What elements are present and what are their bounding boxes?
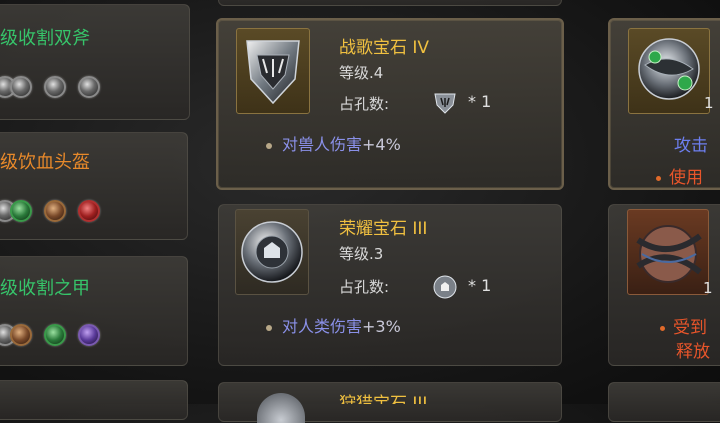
gem-effect: 对兽人伤害+4% bbox=[266, 131, 401, 155]
green-gem-icon bbox=[638, 38, 700, 100]
effect-name: 对兽人伤害 bbox=[282, 135, 363, 154]
socket-gem-icon bbox=[78, 324, 100, 346]
effect-value: +3% bbox=[362, 317, 401, 336]
gem-level: 等级.3 bbox=[339, 245, 384, 263]
slots-label: 占孔数: bbox=[339, 95, 390, 113]
gem-icon-frame bbox=[257, 393, 305, 423]
socket-gem-icon bbox=[78, 200, 100, 222]
slots-count: * 1 bbox=[468, 276, 492, 295]
gem-effect: 对人类伤害+3% bbox=[266, 313, 401, 337]
socket-gem-icon bbox=[10, 76, 32, 98]
bullet-icon bbox=[656, 175, 661, 181]
slots-label: 占孔数: bbox=[339, 278, 390, 296]
equipment-name: 级收割双斧 bbox=[0, 28, 90, 49]
effect-line: 攻击 bbox=[674, 136, 708, 156]
socket-gem-icon bbox=[44, 200, 66, 222]
socket-gem-icon bbox=[10, 324, 32, 346]
effect-line: 释放 bbox=[676, 342, 710, 362]
effect-value: +4% bbox=[362, 135, 401, 154]
gem-card-right-3[interactable] bbox=[608, 382, 720, 422]
chained-gem-icon bbox=[636, 225, 702, 283]
socket-gem-icon bbox=[78, 76, 100, 98]
equipment-card-partial[interactable] bbox=[0, 380, 188, 420]
gem-quantity: 1 bbox=[704, 94, 714, 112]
shield-gem-icon bbox=[246, 40, 300, 105]
effect-name: 对人类伤害 bbox=[282, 317, 363, 336]
slot-gem-icon bbox=[433, 275, 457, 299]
bullet-icon bbox=[660, 325, 665, 331]
socket-gem-icon bbox=[44, 324, 66, 346]
gem-icon-frame bbox=[235, 209, 309, 295]
socket-gem-icon bbox=[10, 200, 32, 222]
gem-icon-frame bbox=[628, 28, 710, 114]
bullet-icon bbox=[266, 324, 272, 331]
equipment-name: 级饮血头盔 bbox=[0, 152, 90, 173]
gem-icon-frame bbox=[236, 28, 310, 114]
slot-gem-icon bbox=[434, 93, 456, 114]
round-gem-icon bbox=[241, 221, 303, 283]
gem-quantity: 1 bbox=[703, 279, 713, 297]
gem-name: 荣耀宝石 III bbox=[339, 219, 428, 239]
equipment-card-armor[interactable] bbox=[0, 256, 188, 366]
gem-name: 狩猎宝石 III bbox=[339, 394, 428, 404]
effect-line: 受到 bbox=[660, 313, 707, 338]
equipment-card-axes[interactable] bbox=[0, 4, 190, 120]
effect-line: 使用 bbox=[656, 163, 703, 188]
slots-count: * 1 bbox=[468, 92, 492, 111]
equipment-name: 级收割之甲 bbox=[0, 278, 90, 299]
socket-gem-icon bbox=[44, 76, 66, 98]
gem-level: 等级.4 bbox=[339, 64, 384, 82]
gem-name: 战歌宝石 IV bbox=[339, 38, 430, 58]
gem-card-top-partial bbox=[218, 0, 562, 6]
bullet-icon bbox=[266, 142, 272, 149]
gem-icon-frame bbox=[627, 209, 709, 295]
